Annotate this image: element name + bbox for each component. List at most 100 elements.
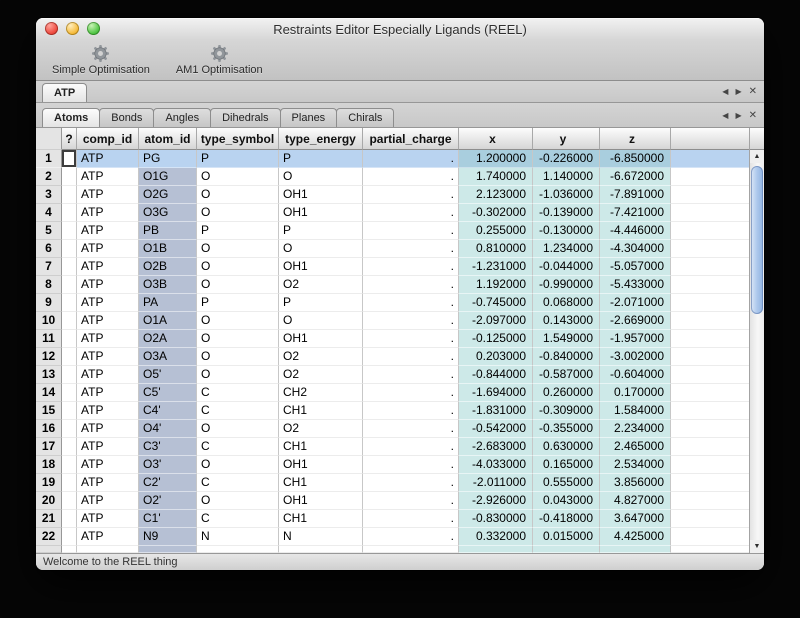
cell-flag[interactable] [62, 384, 77, 402]
cell-partial-charge[interactable]: . [363, 420, 459, 438]
cell-x[interactable]: 2.123000 [459, 186, 533, 204]
cell-type-symbol[interactable]: O [197, 330, 279, 348]
table-row[interactable]: 21ATPC1'CCH1.-0.830000-0.4180003.647000 [36, 510, 749, 528]
cell-type-energy[interactable]: OH1 [279, 258, 363, 276]
cell-x[interactable]: 0.810000 [459, 240, 533, 258]
cell-partial-charge[interactable]: . [363, 276, 459, 294]
cell-flag[interactable] [62, 150, 77, 168]
cell-x[interactable]: 0.255000 [459, 222, 533, 240]
scroll-down-button[interactable]: ▼ [750, 540, 764, 553]
close-window-button[interactable] [45, 22, 58, 35]
cell-x[interactable]: -0.830000 [459, 510, 533, 528]
cell-comp-id[interactable]: ATP [77, 330, 139, 348]
cell-x[interactable]: -2.926000 [459, 492, 533, 510]
cell-z[interactable]: 0.170000 [600, 384, 671, 402]
toolbar-button-simple-optimisation[interactable]: Simple Optimisation [40, 43, 162, 77]
cell-comp-id[interactable]: ATP [77, 420, 139, 438]
cell-type-symbol[interactable]: C [197, 510, 279, 528]
cell-z[interactable]: 2.534000 [600, 456, 671, 474]
cell-x[interactable]: -4.033000 [459, 456, 533, 474]
table-row[interactable]: 7ATPO2BOOH1.-1.231000-0.044000-5.057000 [36, 258, 749, 276]
cell-y[interactable]: -0.587000 [533, 366, 600, 384]
cell-y[interactable]: 1.140000 [533, 168, 600, 186]
cell-y[interactable]: -0.418000 [533, 510, 600, 528]
cell-type-energy[interactable]: CH2 [279, 384, 363, 402]
cell-flag[interactable] [62, 240, 77, 258]
cell-type-symbol[interactable]: O [197, 456, 279, 474]
cell-atom-id[interactable]: O4' [139, 420, 197, 438]
cell-type-symbol[interactable]: O [197, 312, 279, 330]
table-row[interactable]: 18ATPO3'OOH1.-4.0330000.1650002.534000 [36, 456, 749, 474]
cell-z[interactable]: 1.584000 [600, 402, 671, 420]
titlebar[interactable]: Restraints Editor Especially Ligands (RE… [36, 18, 764, 40]
cell-type-symbol[interactable]: O [197, 276, 279, 294]
table-row[interactable]: 6ATPO1BOO.0.8100001.234000-4.304000 [36, 240, 749, 258]
cell-partial-charge[interactable]: . [363, 222, 459, 240]
cell-flag[interactable] [62, 312, 77, 330]
cell-partial-charge[interactable]: . [363, 366, 459, 384]
table-row[interactable]: 9ATPPAPP.-0.7450000.068000-2.071000 [36, 294, 749, 312]
cell-type-energy[interactable]: O2 [279, 420, 363, 438]
cell-y[interactable]: 0.068000 [533, 294, 600, 312]
cell-partial-charge[interactable]: . [363, 240, 459, 258]
cell-flag[interactable] [62, 528, 77, 546]
table-row[interactable]: 22ATPN9NN.0.3320000.0150004.425000 [36, 528, 749, 546]
cell-x[interactable]: -0.542000 [459, 420, 533, 438]
cell-z[interactable]: -5.433000 [600, 276, 671, 294]
cell-z[interactable]: -2.071000 [600, 294, 671, 312]
table-row[interactable]: 8ATPO3BOO2.1.192000-0.990000-5.433000 [36, 276, 749, 294]
cell-x[interactable]: 1.192000 [459, 276, 533, 294]
cell-type-energy[interactable]: O2 [279, 366, 363, 384]
cell-comp-id[interactable]: ATP [77, 222, 139, 240]
table-row[interactable]: 14ATPC5'CCH2.-1.6940000.2600000.170000 [36, 384, 749, 402]
cell-type-energy[interactable]: O [279, 312, 363, 330]
cell-flag[interactable] [62, 168, 77, 186]
cell-flag[interactable] [62, 420, 77, 438]
cell-partial-charge[interactable]: . [363, 384, 459, 402]
column-header-flag[interactable]: ? [62, 128, 77, 150]
tab-scroll-left-icon[interactable]: ◀ [722, 87, 728, 96]
cell-type-symbol[interactable]: P [197, 150, 279, 168]
cell-comp-id[interactable]: ATP [77, 366, 139, 384]
column-header-atom-id[interactable]: atom_id [139, 128, 197, 150]
cell-y[interactable]: 0.015000 [533, 528, 600, 546]
cell-flag[interactable] [62, 330, 77, 348]
cell-atom-id[interactable]: O5' [139, 366, 197, 384]
cell-z[interactable]: 2.465000 [600, 438, 671, 456]
table-row[interactable]: 16ATPO4'OO2.-0.542000-0.3550002.234000 [36, 420, 749, 438]
cell-flag[interactable] [62, 438, 77, 456]
cell-atom-id[interactable]: O3B [139, 276, 197, 294]
cell-atom-id[interactable]: O1B [139, 240, 197, 258]
cell-y[interactable]: 1.234000 [533, 240, 600, 258]
cell-x[interactable]: -1.231000 [459, 258, 533, 276]
cell-type-symbol[interactable]: P [197, 222, 279, 240]
cell-atom-id[interactable]: PG [139, 150, 197, 168]
cell-flag[interactable] [62, 294, 77, 312]
cell-partial-charge[interactable]: . [363, 168, 459, 186]
column-header-type-symbol[interactable]: type_symbol [197, 128, 279, 150]
cell-type-symbol[interactable]: O [197, 492, 279, 510]
column-header-x[interactable]: x [459, 128, 533, 150]
cell-flag[interactable] [62, 366, 77, 384]
cell-type-symbol[interactable]: O [197, 240, 279, 258]
cell-type-energy[interactable]: OH1 [279, 492, 363, 510]
table-row[interactable]: 15ATPC4'CCH1.-1.831000-0.3090001.584000 [36, 402, 749, 420]
cell-atom-id[interactable]: C4' [139, 402, 197, 420]
cell-x[interactable]: -0.745000 [459, 294, 533, 312]
table-row[interactable]: 5ATPPBPP.0.255000-0.130000-4.446000 [36, 222, 749, 240]
cell-z[interactable]: -4.304000 [600, 240, 671, 258]
cell-atom-id[interactable]: PA [139, 294, 197, 312]
cell-y[interactable]: -0.139000 [533, 204, 600, 222]
cell-type-symbol[interactable]: C [197, 402, 279, 420]
cell-type-energy[interactable]: P [279, 150, 363, 168]
tab-close-icon[interactable]: ✕ [749, 86, 757, 97]
cell-comp-id[interactable]: ATP [77, 438, 139, 456]
cell-flag[interactable] [62, 474, 77, 492]
cell-type-symbol[interactable]: C [197, 438, 279, 456]
table-row[interactable]: 3ATPO2GOOH1.2.123000-1.036000-7.891000 [36, 186, 749, 204]
cell-comp-id[interactable]: ATP [77, 258, 139, 276]
tab-angles[interactable]: Angles [153, 108, 211, 127]
cell-partial-charge[interactable]: . [363, 186, 459, 204]
cell-partial-charge[interactable]: . [363, 348, 459, 366]
cell-atom-id[interactable]: O1A [139, 312, 197, 330]
